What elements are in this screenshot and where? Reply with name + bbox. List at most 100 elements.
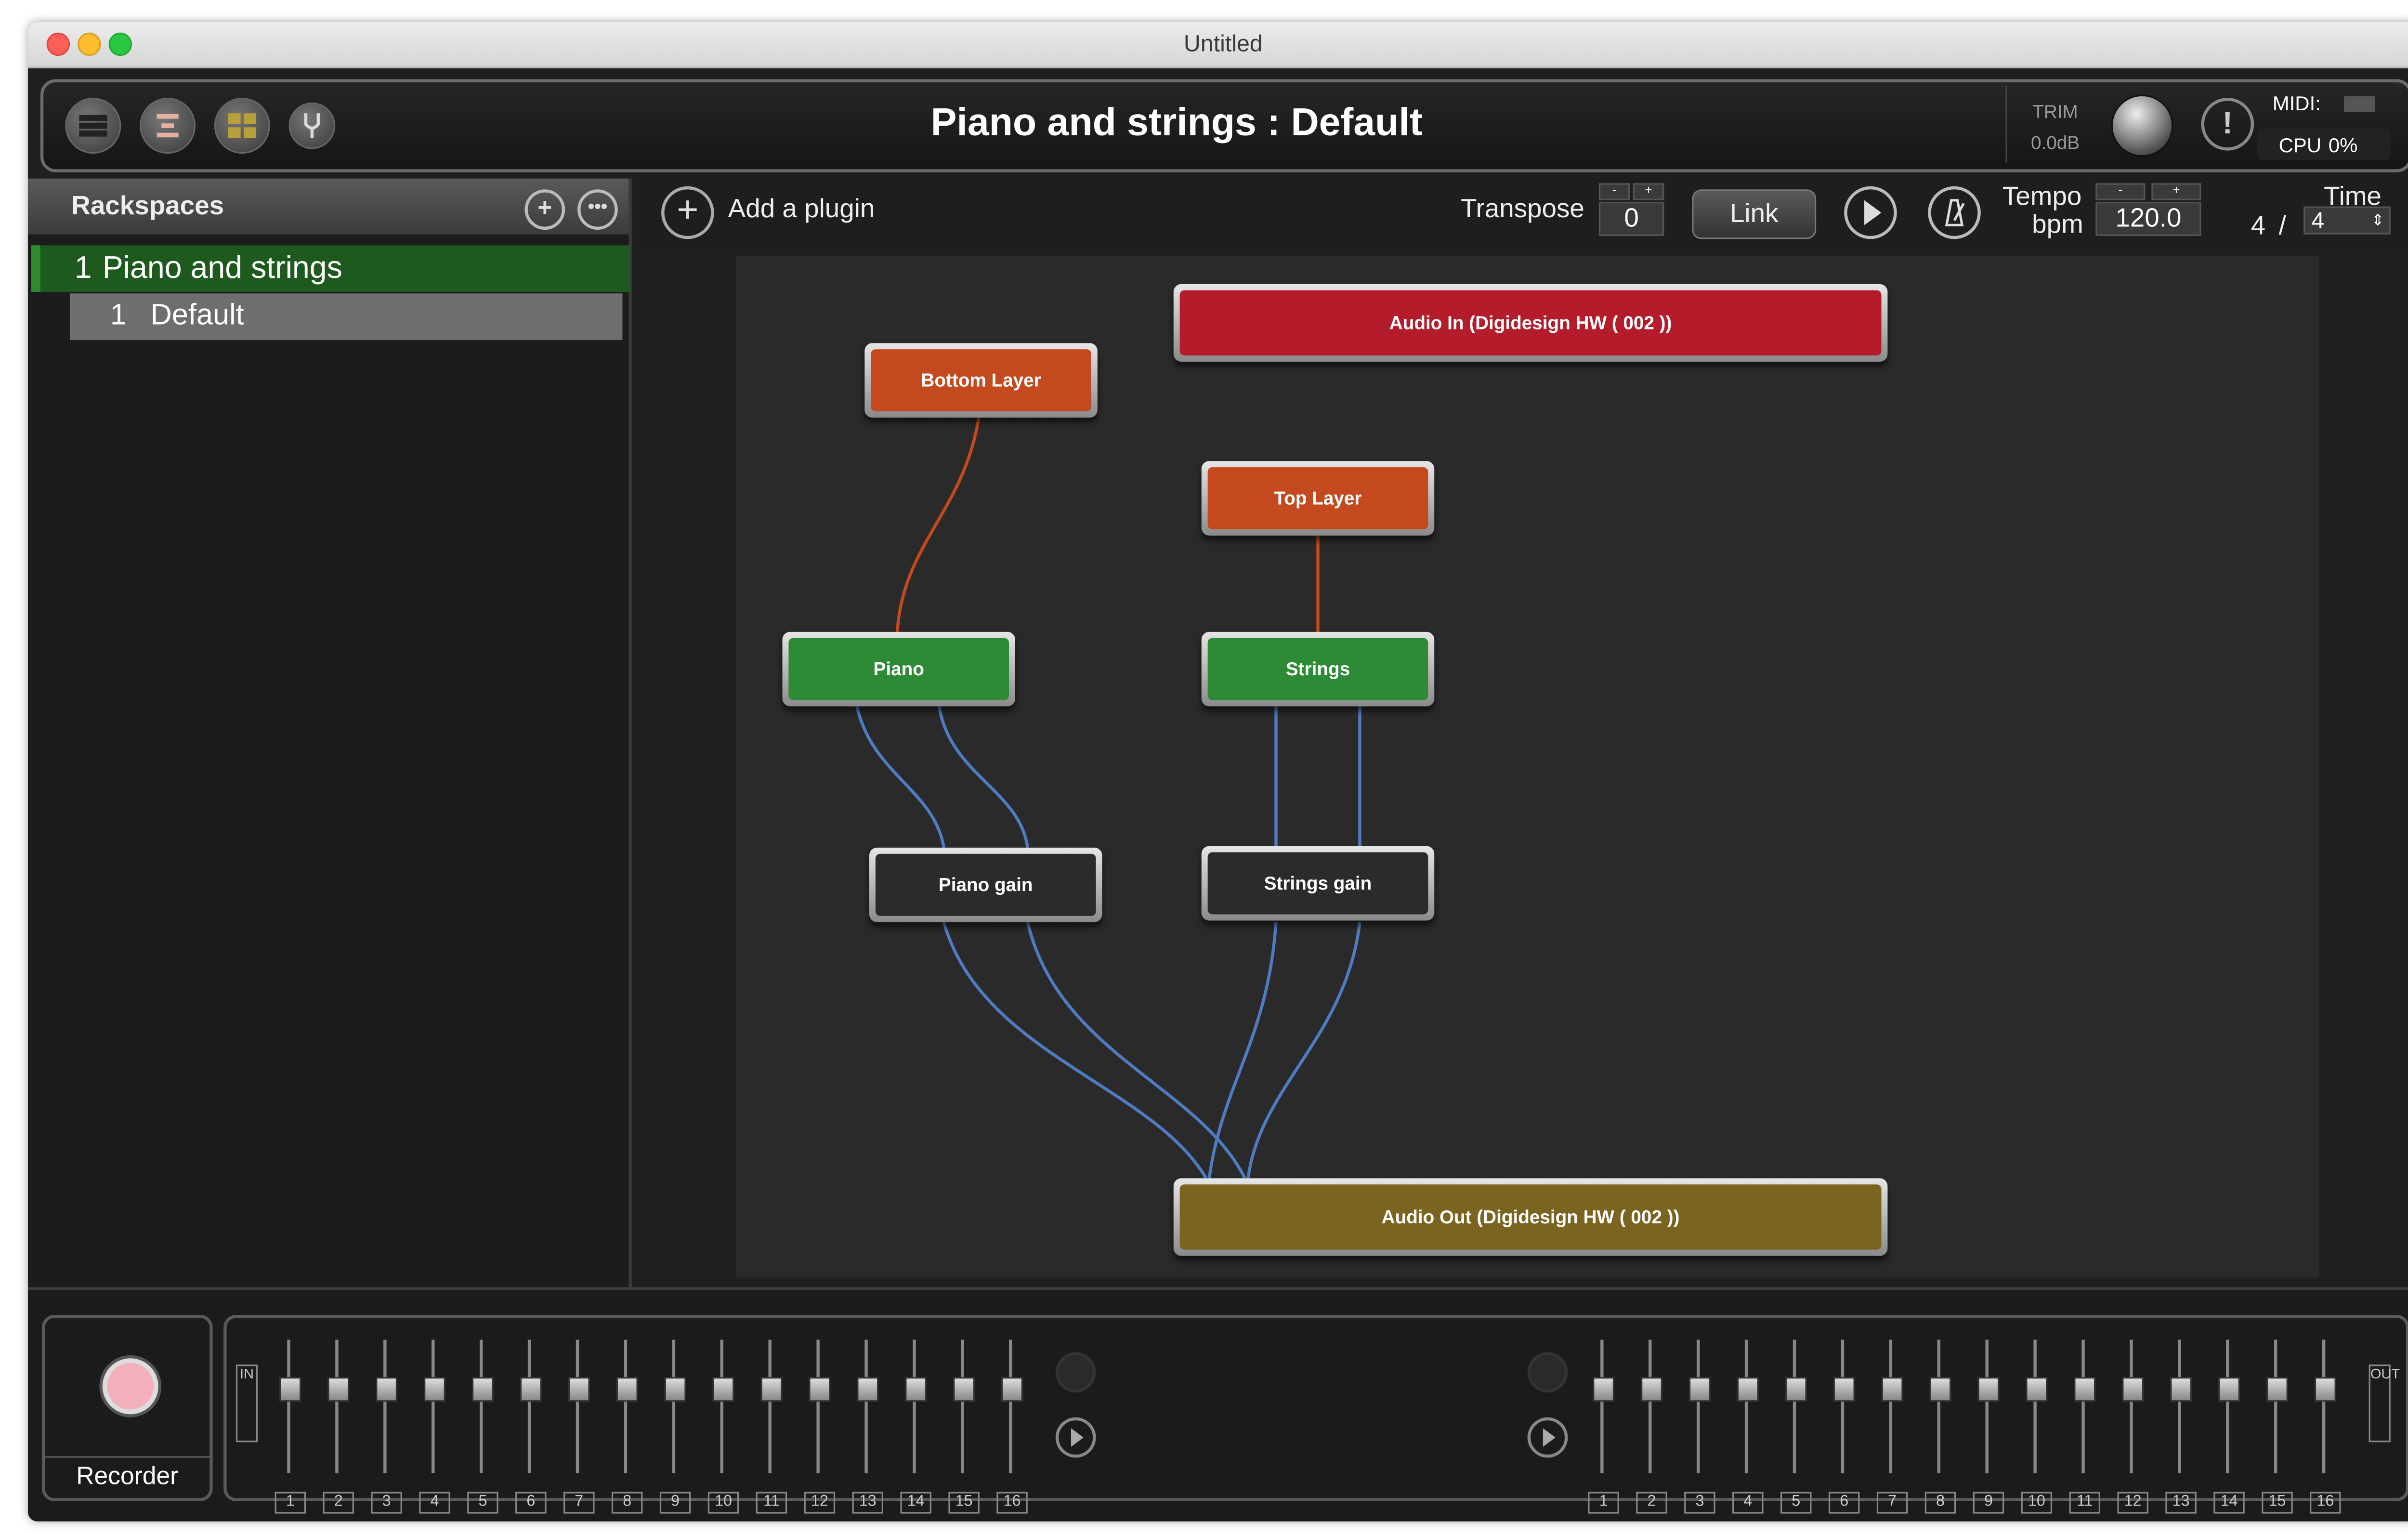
output-fader-track: [1841, 1339, 1845, 1473]
output-fader[interactable]: [1929, 1377, 1951, 1402]
input-next-button[interactable]: [1055, 1417, 1096, 1458]
metronome-icon: [1945, 199, 1965, 226]
transpose-down-button[interactable]: -: [1598, 183, 1630, 200]
more-options-button[interactable]: •••: [577, 189, 618, 230]
strings-node[interactable]: Strings: [1201, 631, 1435, 707]
rackspace-view-button[interactable]: [65, 98, 121, 154]
output-fader[interactable]: [1977, 1377, 2000, 1402]
output-fader[interactable]: [1737, 1377, 1759, 1402]
strings-gain-label: Strings gain: [1207, 852, 1428, 915]
output-fader-track: [1696, 1339, 1700, 1473]
record-button[interactable]: [102, 1358, 158, 1415]
input-fader-track: [961, 1339, 964, 1473]
transpose-up-button[interactable]: +: [1633, 183, 1664, 200]
input-channel-number: 10: [707, 1492, 739, 1514]
output-channel-number: 16: [2310, 1492, 2341, 1514]
metronome-button[interactable]: [1928, 186, 1981, 239]
bottom-layer-node[interactable]: Bottom Layer: [864, 343, 1098, 418]
output-fader[interactable]: [2218, 1377, 2240, 1402]
output-fader[interactable]: [2074, 1377, 2096, 1402]
input-fader[interactable]: [712, 1377, 734, 1402]
input-fader[interactable]: [760, 1377, 783, 1402]
strings-gain-node[interactable]: Strings gain: [1201, 846, 1435, 921]
midi-wire-bottom-layer-piano: [895, 412, 982, 632]
input-prev-button[interactable]: [1055, 1352, 1096, 1393]
tempo-value[interactable]: 120.0: [2095, 202, 2201, 236]
output-channel-number: 3: [1684, 1492, 1715, 1514]
output-fader[interactable]: [1688, 1377, 1711, 1402]
setlist-view-button[interactable]: [140, 98, 196, 154]
output-fader[interactable]: [1881, 1377, 1903, 1402]
output-channel-number: 1: [1588, 1492, 1619, 1514]
rack-icon: [79, 115, 107, 137]
output-fader[interactable]: [1785, 1377, 1807, 1402]
input-fader[interactable]: [857, 1377, 879, 1402]
input-channel-number: 6: [515, 1492, 547, 1514]
trim-value: 0.0dB: [2030, 131, 2080, 154]
add-rackspace-button[interactable]: +: [524, 189, 565, 230]
master-volume-knob[interactable]: [2111, 94, 2173, 157]
input-channel-number: 5: [467, 1492, 498, 1514]
audio-in-node[interactable]: Audio In (Digidesign HW ( 002 )): [1173, 284, 1888, 362]
output-fader[interactable]: [2122, 1377, 2144, 1402]
input-fader[interactable]: [327, 1377, 350, 1402]
output-channel-number: 9: [1973, 1492, 2004, 1514]
input-fader[interactable]: [423, 1377, 446, 1402]
input-fader[interactable]: [616, 1377, 638, 1402]
time-denominator: 4: [2311, 208, 2325, 235]
input-channel-number: 2: [323, 1492, 354, 1514]
input-channel-number: 9: [659, 1492, 691, 1514]
alert-icon[interactable]: !: [2201, 98, 2254, 151]
top-layer-label: Top Layer: [1207, 467, 1428, 530]
piano-node[interactable]: Piano: [782, 631, 1015, 707]
link-button[interactable]: Link: [1692, 189, 1817, 239]
time-signature-select[interactable]: 4 ⇕: [2303, 206, 2391, 235]
output-fader[interactable]: [2170, 1377, 2192, 1402]
input-fader[interactable]: [376, 1377, 398, 1402]
tuner-button[interactable]: [288, 102, 336, 149]
input-fader-track: [335, 1339, 339, 1473]
output-next-button[interactable]: [1527, 1417, 1568, 1458]
top-layer-node[interactable]: Top Layer: [1201, 461, 1435, 536]
output-fader[interactable]: [1593, 1377, 1615, 1402]
add-plugin-label[interactable]: Add a plugin: [728, 194, 875, 225]
input-fader[interactable]: [520, 1377, 542, 1402]
output-fader[interactable]: [2026, 1377, 2048, 1402]
input-fader-track: [768, 1339, 772, 1473]
input-fader[interactable]: [664, 1377, 686, 1402]
input-fader[interactable]: [953, 1377, 975, 1402]
input-fader[interactable]: [279, 1377, 301, 1402]
variation-item[interactable]: 1 Default: [70, 293, 623, 340]
audio-out-node[interactable]: Audio Out (Digidesign HW ( 002 )): [1173, 1178, 1888, 1256]
sidebar-title: Rackspaces: [71, 191, 224, 221]
transpose-value[interactable]: 0: [1598, 202, 1664, 236]
output-fader[interactable]: [2266, 1377, 2288, 1402]
add-plugin-button[interactable]: +: [661, 186, 714, 239]
output-prev-button[interactable]: [1527, 1352, 1568, 1393]
output-fader[interactable]: [2314, 1377, 2336, 1402]
input-fader-track: [287, 1339, 290, 1473]
input-fader[interactable]: [1001, 1377, 1023, 1402]
output-fader[interactable]: [1833, 1377, 1855, 1402]
input-fader[interactable]: [809, 1377, 831, 1402]
output-fader[interactable]: [1640, 1377, 1663, 1402]
play-button[interactable]: [1844, 186, 1897, 239]
input-channel-number: 15: [948, 1492, 980, 1514]
input-fader[interactable]: [568, 1377, 590, 1402]
input-fader-track: [527, 1339, 531, 1473]
piano-gain-node[interactable]: Piano gain: [869, 847, 1102, 922]
input-fader[interactable]: [471, 1377, 494, 1402]
wiring-canvas[interactable]: Audio In (Digidesign HW ( 002 )) Bottom …: [639, 247, 2408, 1287]
title-bar: Untitled: [28, 22, 2408, 68]
tempo-up-button[interactable]: +: [2151, 183, 2201, 200]
tempo-down-button[interactable]: -: [2095, 183, 2146, 200]
output-channel-number: 5: [1780, 1492, 1812, 1514]
input-fader-track: [913, 1339, 916, 1473]
panel-view-button[interactable]: [214, 98, 270, 154]
input-channel-number: 8: [611, 1492, 643, 1514]
rackspace-item[interactable]: 1 Piano and strings: [31, 245, 630, 292]
input-fader[interactable]: [905, 1377, 927, 1402]
output-fader-track: [1600, 1339, 1604, 1473]
output-fader-track: [1889, 1339, 1893, 1473]
input-fader-track: [383, 1339, 387, 1473]
